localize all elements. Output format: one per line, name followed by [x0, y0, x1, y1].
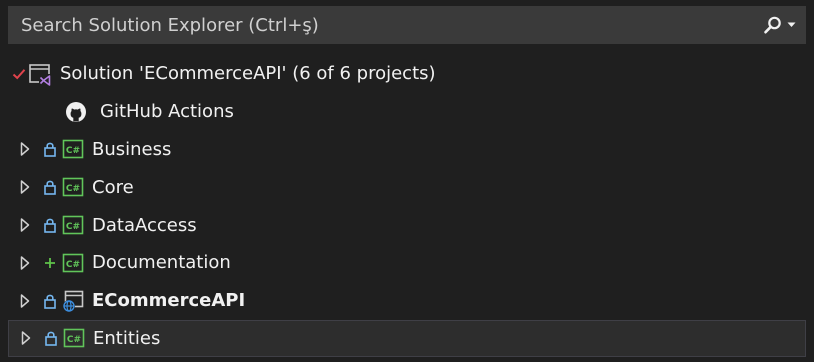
csharp-project-icon: C# — [63, 327, 85, 349]
lock-icon — [42, 293, 58, 309]
csharp-project-icon: C# — [62, 176, 84, 198]
tree-item-label: Core — [92, 176, 134, 198]
tree-item-project[interactable]: C# Business — [8, 131, 806, 169]
expand-arrow-icon[interactable] — [17, 179, 33, 195]
solution-explorer: Solution 'ECommerceAPI' (6 of 6 projects… — [0, 0, 814, 362]
svg-text:C#: C# — [67, 335, 81, 345]
solution-tree: Solution 'ECommerceAPI' (6 of 6 projects… — [8, 55, 806, 358]
chevron-down-icon — [787, 22, 796, 28]
csharp-project-icon: C# — [62, 252, 84, 274]
tree-item-label: GitHub Actions — [100, 101, 234, 123]
expand-arrow-icon[interactable] — [17, 217, 33, 233]
solution-icon — [28, 62, 52, 86]
tree-item-project-selected[interactable]: C# Entities — [8, 319, 806, 358]
tree-item-label: ECommerceAPI — [92, 290, 246, 312]
checkmark-icon — [12, 67, 26, 81]
web-project-icon — [62, 290, 84, 312]
tree-item-project[interactable]: C# DataAccess — [8, 206, 806, 244]
svg-text:C#: C# — [66, 146, 80, 156]
tree-item-solution[interactable]: Solution 'ECommerceAPI' (6 of 6 projects… — [8, 55, 806, 93]
search-input[interactable] — [8, 6, 752, 44]
tree-item-label: DataAccess — [92, 214, 197, 236]
svg-text:C#: C# — [66, 222, 80, 232]
plus-icon — [42, 255, 58, 271]
tree-item-label: Business — [92, 138, 172, 160]
expand-arrow-icon[interactable] — [17, 255, 33, 271]
lock-icon — [42, 217, 58, 233]
tree-item-github-actions[interactable]: GitHub Actions — [8, 93, 806, 131]
expand-arrow-icon[interactable] — [18, 330, 34, 346]
expand-arrow-icon[interactable] — [17, 141, 33, 157]
search-icon — [763, 15, 783, 35]
tree-item-project[interactable]: C# Documentation — [8, 244, 806, 282]
search-bar — [8, 6, 806, 44]
tree-item-project[interactable]: ECommerceAPI — [8, 282, 806, 320]
search-options-button[interactable] — [752, 6, 806, 44]
lock-icon — [43, 330, 59, 347]
github-icon — [65, 101, 87, 123]
svg-text:C#: C# — [66, 260, 80, 270]
csharp-project-icon: C# — [62, 214, 84, 236]
tree-item-label: Solution 'ECommerceAPI' (6 of 6 projects… — [60, 63, 436, 85]
csharp-project-icon: C# — [62, 138, 84, 160]
lock-icon — [42, 179, 58, 196]
tree-item-label: Entities — [93, 327, 161, 349]
tree-item-label: Documentation — [92, 252, 231, 274]
svg-text:C#: C# — [66, 184, 80, 194]
tree-item-project[interactable]: C# Core — [8, 168, 806, 206]
lock-icon — [42, 141, 58, 158]
expand-arrow-icon[interactable] — [17, 293, 33, 309]
